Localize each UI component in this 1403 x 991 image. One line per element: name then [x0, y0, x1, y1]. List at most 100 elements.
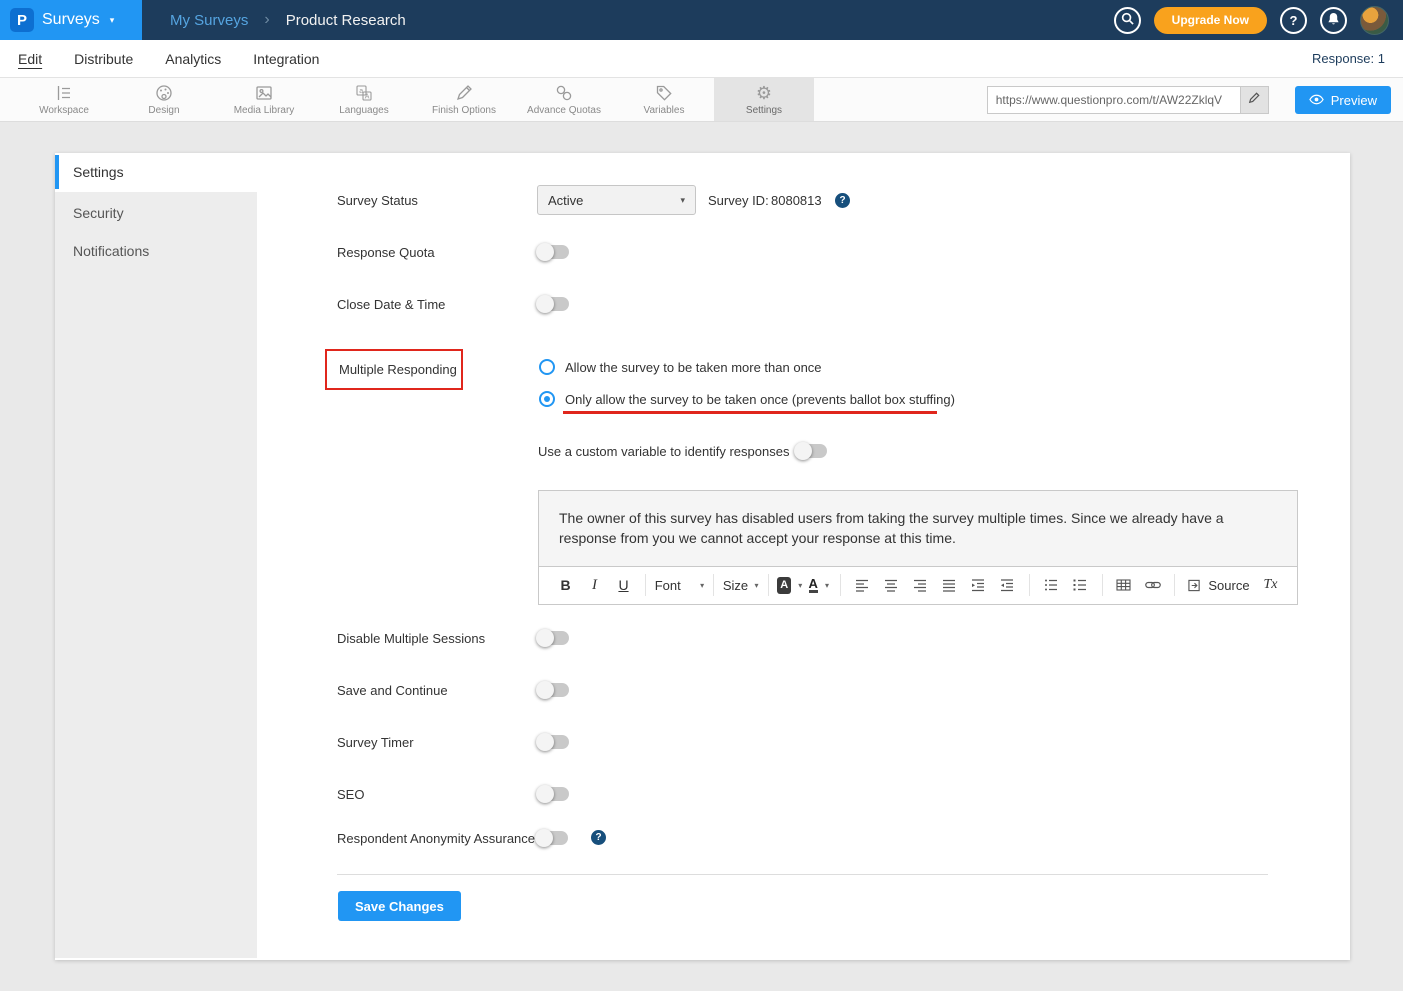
chevron-down-icon: ▾ [825, 581, 829, 590]
indent-increase-button[interactable] [966, 572, 991, 598]
toolbar-item-finish-options[interactable]: Finish Options [414, 78, 514, 121]
survey-status-value: Active [548, 193, 583, 208]
sidebar-item-settings[interactable]: Settings [55, 155, 257, 189]
upgrade-button[interactable]: Upgrade Now [1154, 7, 1267, 34]
search-icon [1121, 12, 1134, 28]
radio-multiple-allowed-label: Allow the survey to be taken more than o… [565, 360, 822, 375]
font-dropdown[interactable]: Font ▾ [655, 572, 704, 598]
tab-edit[interactable]: Edit [18, 51, 42, 67]
align-right-button[interactable] [908, 572, 933, 598]
toolbar-item-settings[interactable]: ⚙ Settings [714, 78, 814, 121]
radio-only-once[interactable] [539, 391, 555, 407]
disable-sessions-toggle[interactable] [537, 631, 569, 645]
save-changes-button[interactable]: Save Changes [338, 891, 461, 921]
toolbar-item-label: Workspace [39, 105, 89, 116]
page-body: Settings Security Notifications Survey S… [0, 122, 1403, 991]
toolbar-separator [645, 574, 646, 596]
gear-icon: ⚙ [756, 83, 772, 103]
pencil-icon [1248, 91, 1260, 109]
preview-button[interactable]: Preview [1295, 86, 1391, 114]
toolbar-item-label: Advance Quotas [527, 105, 601, 116]
anonymity-toggle[interactable] [536, 831, 568, 845]
eye-icon [1309, 93, 1324, 108]
palette-icon [154, 83, 174, 103]
align-center-button[interactable] [879, 572, 904, 598]
toolbar-separator [713, 574, 714, 596]
insert-table-button[interactable] [1111, 572, 1136, 598]
links-icon [554, 83, 574, 103]
toolbar-item-languages[interactable]: aA Languages [314, 78, 414, 121]
remove-format-button[interactable]: Tx [1258, 572, 1283, 598]
breadcrumb-my-surveys[interactable]: My Surveys [170, 12, 248, 29]
notifications-button[interactable] [1320, 7, 1347, 34]
bell-icon [1327, 12, 1340, 29]
custom-variable-toggle[interactable] [795, 444, 827, 458]
survey-timer-toggle[interactable] [537, 735, 569, 749]
size-dropdown[interactable]: Size ▾ [723, 572, 759, 598]
chevron-down-icon: ▾ [700, 581, 704, 590]
tab-distribute[interactable]: Distribute [74, 51, 133, 67]
source-label: Source [1208, 578, 1249, 593]
toolbar-item-media-library[interactable]: Media Library [214, 78, 314, 121]
close-date-label: Close Date & Time [337, 297, 445, 312]
toolbar-separator [1029, 574, 1030, 596]
response-quota-toggle[interactable] [537, 245, 569, 259]
bulleted-list-button[interactable] [1039, 572, 1064, 598]
toolbar-right: Preview [987, 86, 1391, 114]
response-count[interactable]: Response: 1 [1312, 51, 1385, 66]
search-button[interactable] [1114, 7, 1141, 34]
edit-url-button[interactable] [1240, 87, 1268, 113]
numbered-list-button[interactable] [1068, 572, 1093, 598]
multiple-responding-annotation-box: Multiple Responding [325, 349, 463, 390]
align-left-button[interactable] [850, 572, 875, 598]
survey-id-value: 8080813 [771, 193, 822, 208]
align-justify-button[interactable] [937, 572, 962, 598]
background-color-icon: A [777, 577, 791, 594]
editor-message-text[interactable]: The owner of this survey has disabled us… [539, 491, 1297, 566]
toolbar-item-workspace[interactable]: Workspace [14, 78, 114, 121]
font-dropdown-label: Font [655, 578, 681, 593]
seo-label: SEO [337, 787, 364, 802]
sidebar-item-security[interactable]: Security [55, 194, 257, 232]
survey-id-help-icon[interactable]: ? [835, 193, 850, 208]
tab-analytics[interactable]: Analytics [165, 51, 221, 67]
bold-button[interactable]: B [553, 572, 578, 598]
toolbar-item-design[interactable]: Design [114, 78, 214, 121]
avatar[interactable] [1360, 6, 1389, 35]
underline-button[interactable]: U [611, 572, 636, 598]
toolbar-separator [1102, 574, 1103, 596]
anonymity-help-icon[interactable]: ? [591, 830, 606, 845]
indent-decrease-button[interactable] [995, 572, 1020, 598]
topbar-actions: Upgrade Now ? [1114, 6, 1403, 35]
save-continue-label: Save and Continue [337, 683, 448, 698]
anonymity-label: Respondent Anonymity Assurance [337, 831, 535, 846]
source-button[interactable]: Source [1184, 572, 1254, 598]
survey-url-input[interactable] [988, 87, 1240, 113]
settings-card: Settings Security Notifications Survey S… [55, 153, 1350, 960]
survey-nav-tabs: Edit Distribute Analytics Integration Re… [0, 40, 1403, 78]
toolbar-item-label: Media Library [234, 105, 295, 116]
toolbar-item-variables[interactable]: Variables [614, 78, 714, 121]
image-icon [254, 83, 274, 103]
italic-button[interactable]: I [582, 572, 607, 598]
sidebar-item-notifications[interactable]: Notifications [55, 232, 257, 270]
survey-status-select[interactable]: Active ▾ [537, 185, 696, 215]
survey-timer-label: Survey Timer [337, 735, 414, 750]
insert-link-button[interactable] [1140, 572, 1165, 598]
text-color-button[interactable]: A ▾ [806, 572, 831, 598]
tag-icon [654, 83, 674, 103]
save-continue-toggle[interactable] [537, 683, 569, 697]
product-switcher[interactable]: P Surveys ▾ [0, 0, 142, 40]
background-color-button[interactable]: A ▾ [777, 572, 802, 598]
response-quota-label: Response Quota [337, 245, 435, 260]
preview-label: Preview [1331, 93, 1377, 108]
close-date-toggle[interactable] [537, 297, 569, 311]
toolbar-item-label: Variables [644, 105, 685, 116]
tab-integration[interactable]: Integration [253, 51, 319, 67]
seo-toggle[interactable] [537, 787, 569, 801]
breadcrumb: My Surveys › Product Research [170, 11, 406, 29]
topbar: P Surveys ▾ My Surveys › Product Researc… [0, 0, 1403, 40]
help-button[interactable]: ? [1280, 7, 1307, 34]
toolbar-item-advance-quotas[interactable]: Advance Quotas [514, 78, 614, 121]
radio-multiple-allowed[interactable] [539, 359, 555, 375]
